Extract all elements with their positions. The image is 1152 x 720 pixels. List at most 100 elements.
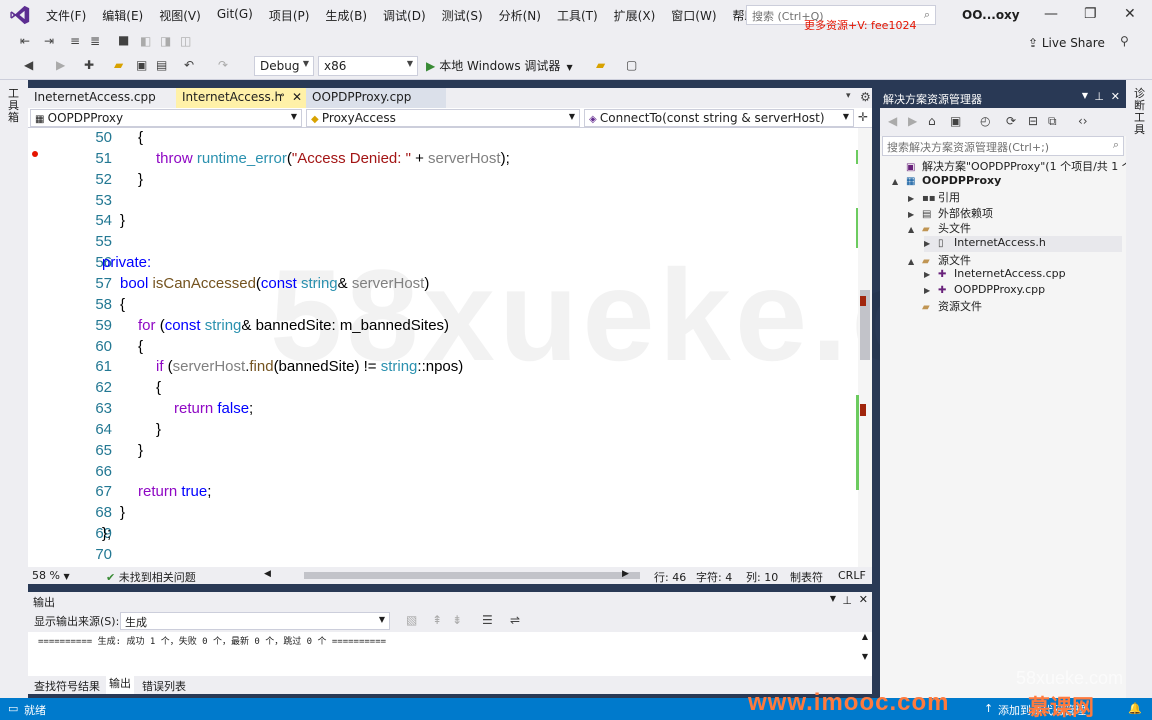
horizontal-scrollbar[interactable] <box>304 572 640 579</box>
code-line[interactable]: 57 bool isCanAccessed(const string& serve… <box>28 275 858 296</box>
issues-indicator[interactable]: ✔ 未找到相关问题 <box>106 569 196 585</box>
uncomment-icon[interactable]: ≣ <box>90 34 100 48</box>
undo-icon[interactable]: ↶ <box>184 58 194 72</box>
diagnostic-tools-rail[interactable]: 诊断工具 <box>1126 80 1152 698</box>
menu-item[interactable]: 生成(B) <box>317 7 375 24</box>
output-log[interactable]: ========== 生成: 成功 1 个，失败 0 个，最新 0 个，跳过 0… <box>38 634 386 647</box>
tab-output[interactable]: 输出 <box>106 676 134 694</box>
next-bookmark-icon[interactable]: ◨ <box>160 34 171 48</box>
code-lines[interactable]: 50 {51 throw runtime_error("Access Denied:… <box>28 129 858 567</box>
scroll-left-icon[interactable]: ◀ <box>264 569 271 579</box>
forward-icon[interactable]: ▶ <box>908 114 917 128</box>
save-icon[interactable]: ▣ <box>136 58 147 72</box>
scope-nav-select[interactable]: ◆ ProxyAccess ▼ <box>306 109 580 127</box>
char-number[interactable]: 字符: 4 <box>696 569 732 585</box>
column-number[interactable]: 列: 10 <box>746 569 778 585</box>
tree-item[interactable]: ▲ ▦ OOPDPProxy <box>892 174 1122 190</box>
tab-error-list[interactable]: 错误列表 <box>142 678 186 694</box>
collapsed-icon[interactable]: ▶ <box>924 270 938 279</box>
goto-location-icon[interactable]: ▧ <box>406 613 417 627</box>
open-icon[interactable]: ▰ <box>114 58 123 72</box>
expanded-icon[interactable]: ▲ <box>892 177 906 186</box>
redo-icon[interactable]: ↷ <box>218 58 228 72</box>
expanded-icon[interactable]: ▲ <box>908 257 922 266</box>
collapsed-icon[interactable]: ▶ <box>908 210 922 219</box>
menu-item[interactable]: 项目(P) <box>261 7 318 24</box>
tree-item[interactable]: ▲ ▰ 头文件 <box>908 220 1122 236</box>
tree-item[interactable]: ▶ ✚ OOPDPProxy.cpp <box>924 283 1122 299</box>
output-source-select[interactable]: 生成 ▼ <box>120 612 390 630</box>
code-line[interactable]: 68} <box>28 504 858 525</box>
pin-icon[interactable]: ⊥ <box>842 594 852 607</box>
tab-ineternetaccess-cpp[interactable]: IneternetAccess.cpp <box>28 88 176 108</box>
code-line[interactable]: 58 { <box>28 296 858 317</box>
code-line[interactable]: 53 <box>28 192 858 213</box>
menu-item[interactable]: 窗口(W) <box>663 7 724 24</box>
diagnostic-tools-label[interactable]: 诊断工具 <box>1134 88 1146 136</box>
show-all-files-icon[interactable]: ⧉ <box>1048 114 1057 129</box>
arrow-up-icon[interactable]: ↑ <box>984 702 993 715</box>
tree-item[interactable]: ▰ 资源文件 <box>908 298 1122 314</box>
pin-icon[interactable]: ⊥ <box>1094 90 1104 103</box>
code-line[interactable]: 62 { <box>28 379 858 400</box>
start-debugging-button[interactable]: ▶ 本地 Windows 调试器 ▼ <box>426 57 573 74</box>
split-editor-icon[interactable]: ✛ <box>858 110 868 124</box>
next-message-icon[interactable]: ⇟ <box>452 613 462 627</box>
pin-icon[interactable]: ⊸ <box>276 90 284 101</box>
save-all-icon[interactable]: ▤ <box>156 58 167 72</box>
back-icon[interactable]: ◀ <box>888 114 897 128</box>
tree-item[interactable]: ▶ ▯ InternetAccess.h <box>924 236 1122 252</box>
menu-item[interactable]: Git(G) <box>209 7 261 24</box>
code-line[interactable]: 51 throw runtime_error("Access Denied: " … <box>28 150 858 171</box>
code-line[interactable]: 69}; <box>28 525 858 546</box>
menu-item[interactable]: 视图(V) <box>151 7 209 24</box>
find-in-files-icon[interactable]: ▰ <box>596 58 605 72</box>
collapsed-icon[interactable]: ▶ <box>924 286 938 295</box>
config-select[interactable]: Debug ▼ <box>254 56 314 76</box>
notification-icon[interactable]: 🔔 <box>1128 702 1142 715</box>
feedback-icon[interactable]: ⚲ <box>1120 34 1129 48</box>
collapse-all-icon[interactable]: ⊟ <box>1028 114 1038 128</box>
toolbox-rail[interactable]: 工具箱 <box>0 80 28 698</box>
close-icon[interactable]: ✕ <box>859 593 868 606</box>
back-icon[interactable]: ◀ <box>24 58 33 72</box>
close-icon[interactable]: ✕ <box>1124 6 1136 22</box>
code-view-icon[interactable]: ‹› <box>1078 114 1088 128</box>
new-project-icon[interactable]: ✚ <box>84 58 94 72</box>
home-icon[interactable]: ⌂ <box>928 114 936 128</box>
menu-item[interactable]: 测试(S) <box>434 7 491 24</box>
collapsed-icon[interactable]: ▶ <box>908 194 922 203</box>
forward-icon[interactable]: ▶ <box>56 58 65 72</box>
breakpoint-marker[interactable] <box>32 151 38 157</box>
code-line[interactable]: 67 return true; <box>28 483 858 504</box>
tree-item[interactable]: ▶ ✚ IneternetAccess.cpp <box>924 267 1122 283</box>
visual-studio-logo-icon[interactable] <box>9 4 31 26</box>
tree-item[interactable]: ▣ 解决方案"OOPDPProxy"(1 个项目/共 1 个) <box>892 158 1137 174</box>
prev-bookmark-icon[interactable]: ◧ <box>140 34 151 48</box>
code-line[interactable]: 63 return false; <box>28 400 858 421</box>
project-nav-select[interactable]: ▦ OOPDPProxy ▼ <box>30 109 302 127</box>
tree-item[interactable]: ▶ ▪▪ 引用 <box>908 189 1122 205</box>
code-line[interactable]: 56 private: <box>28 254 858 275</box>
tree-item[interactable]: ▲ ▰ 源文件 <box>908 252 1122 268</box>
scroll-right-icon[interactable]: ▶ <box>622 569 629 579</box>
prev-message-icon[interactable]: ⇞ <box>432 613 442 627</box>
zoom-select[interactable]: 58 % ▼ <box>32 569 70 582</box>
scroll-down-icon[interactable]: ▼ <box>862 652 868 661</box>
platform-select[interactable]: x86 ▼ <box>318 56 418 76</box>
sync-icon[interactable]: ⟳ <box>1006 114 1016 128</box>
code-line[interactable]: 60 { <box>28 338 858 359</box>
menu-item[interactable]: 编辑(E) <box>94 7 151 24</box>
minimize-icon[interactable]: — <box>1044 6 1058 22</box>
close-tab-icon[interactable]: ✕ <box>292 90 302 104</box>
toolbox-label[interactable]: 工具箱 <box>8 88 20 124</box>
tab-find-symbol-results[interactable]: 查找符号结果 <box>34 678 100 694</box>
panel-menu-icon[interactable]: ▼ <box>1082 91 1088 100</box>
menu-item[interactable]: 工具(T) <box>549 7 606 24</box>
maximize-icon[interactable]: ❐ <box>1084 6 1097 22</box>
align-left-icon[interactable]: ⇤ <box>20 34 30 48</box>
tab-oopdpproxy-cpp[interactable]: OOPDPProxy.cpp <box>306 88 446 108</box>
code-line[interactable]: 50 { <box>28 129 858 150</box>
tab-internetaccess-h[interactable]: InternetAccess.h <box>176 88 306 108</box>
code-line[interactable]: 61 if (serverHost.find(bannedSite) != str… <box>28 358 858 379</box>
